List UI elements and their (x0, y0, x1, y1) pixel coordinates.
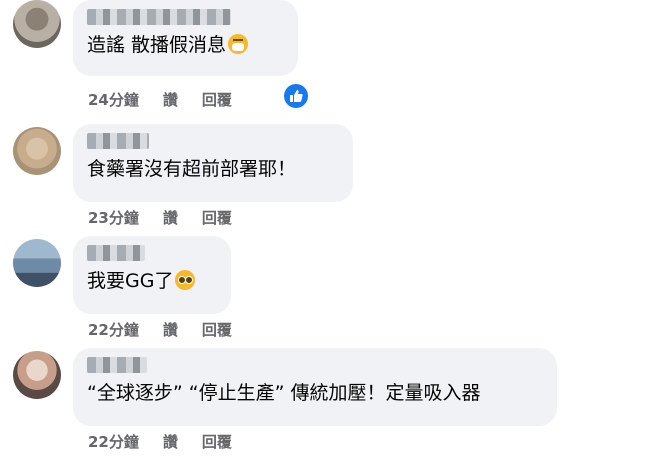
reply-button[interactable]: 回覆 (202, 89, 232, 110)
pleading-face-emoji-icon (175, 270, 196, 290)
comment-text: “全球逐步” “停止生產” 傳統加壓！定量吸入器 (87, 382, 481, 404)
like-button[interactable]: 讚 (163, 207, 178, 228)
blurred-commenter-name[interactable] (87, 133, 149, 149)
medical-mask-emoji-icon (228, 34, 249, 54)
like-button[interactable]: 讚 (163, 319, 178, 340)
like-button[interactable]: 讚 (163, 89, 178, 110)
avatar[interactable] (13, 239, 61, 287)
blurred-commenter-name[interactable] (87, 9, 231, 25)
blurred-avatar-image (13, 351, 61, 399)
comment-text: 造謠 散播假消息 (87, 34, 227, 56)
reply-button[interactable]: 回覆 (202, 207, 232, 228)
comment-actions: 24分鐘 讚 回覆 (88, 89, 232, 109)
like-reaction-icon[interactable] (284, 84, 308, 108)
comment-text: 我要GG了 (87, 270, 174, 292)
comment-actions: 23分鐘 讚 回覆 (88, 207, 232, 227)
reply-button[interactable]: 回覆 (202, 319, 232, 340)
comment-actions: 22分鐘 讚 回覆 (88, 431, 232, 451)
comment-bubble: 造謠 散播假消息 (73, 0, 298, 76)
comment-timestamp[interactable]: 22分鐘 (88, 319, 139, 340)
comment-bubble: “全球逐步” “停止生產” 傳統加壓！定量吸入器 (73, 348, 557, 426)
blurred-commenter-name[interactable] (87, 357, 147, 373)
comment-text: 食藥署沒有超前部署耶！ (87, 158, 297, 180)
blurred-avatar-image (13, 239, 61, 287)
comment-timestamp[interactable]: 24分鐘 (88, 89, 139, 110)
comment-bubble: 我要GG了 (73, 236, 231, 314)
avatar[interactable] (13, 0, 61, 48)
comment-actions: 22分鐘 讚 回覆 (88, 319, 232, 339)
comment-bubble: 食藥署沒有超前部署耶！ (73, 124, 353, 202)
avatar[interactable] (13, 351, 61, 399)
blurred-commenter-name[interactable] (87, 245, 145, 261)
like-button[interactable]: 讚 (163, 431, 178, 452)
blurred-avatar-image (13, 0, 61, 48)
comment-timestamp[interactable]: 22分鐘 (88, 431, 139, 452)
blurred-avatar-image (13, 127, 61, 175)
comment-timestamp[interactable]: 23分鐘 (88, 207, 139, 228)
reply-button[interactable]: 回覆 (202, 431, 232, 452)
avatar[interactable] (13, 127, 61, 175)
